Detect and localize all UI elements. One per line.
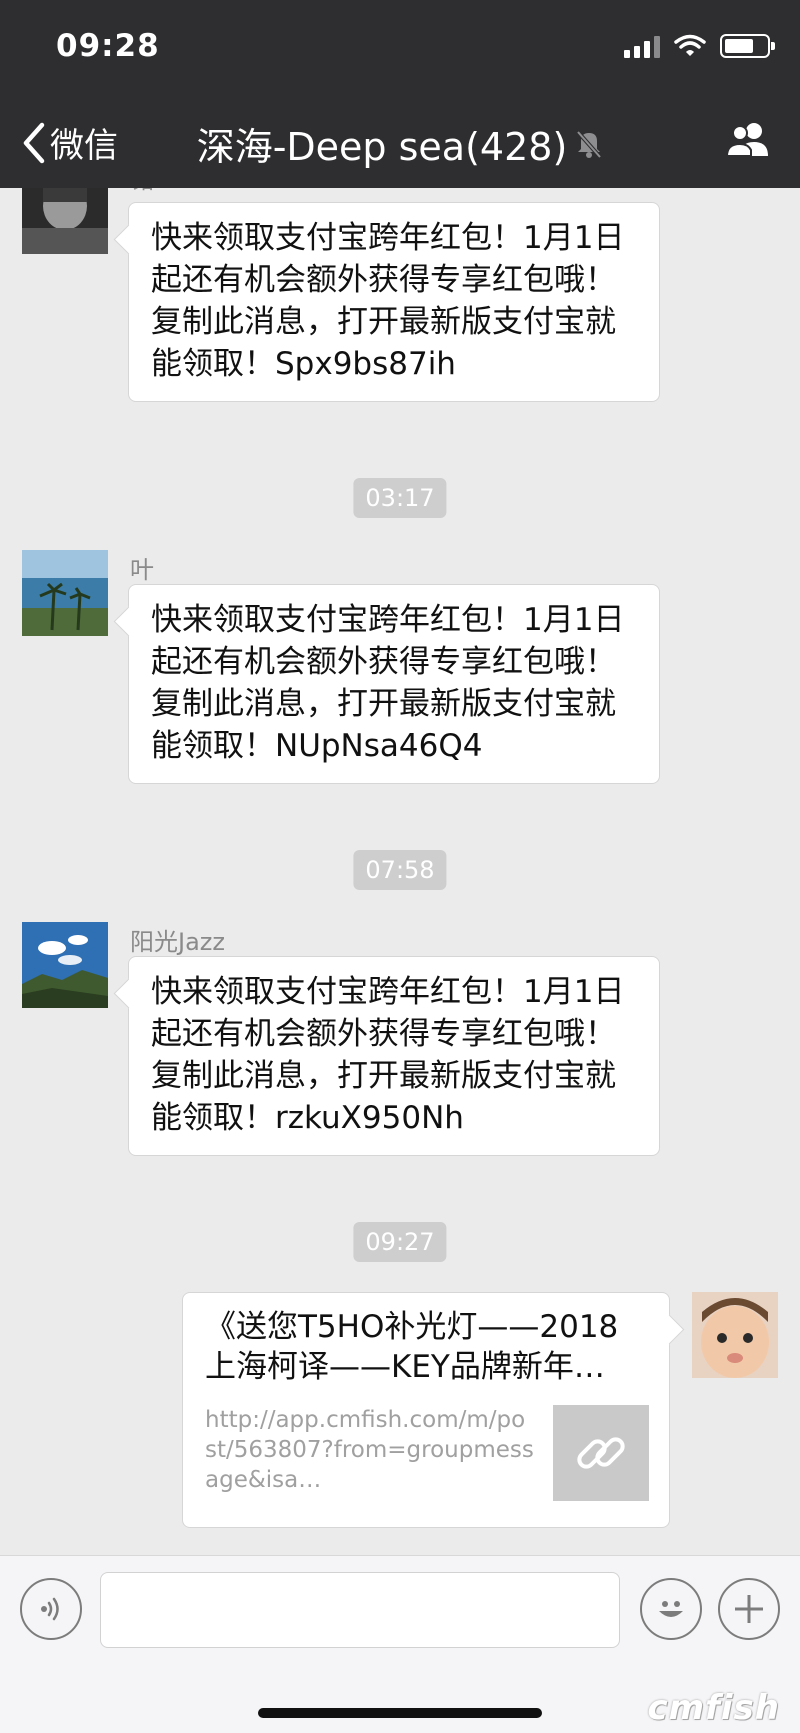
message-input[interactable] [100,1572,620,1648]
chat-title-group: 深海-Deep sea(428) [0,116,800,171]
home-indicator[interactable] [258,1708,542,1718]
avatar[interactable] [22,188,108,254]
sender-name: 阳光Jazz [130,928,225,956]
link-icon [577,1437,625,1469]
avatar[interactable] [692,1292,778,1378]
navigation-header: 09:28 微信 深海-Deep sea(428) [0,0,800,188]
avatar[interactable] [22,922,108,1008]
wifi-icon [674,34,706,56]
message-bubble[interactable]: 快来领取支付宝跨年红包！1月1日起还有机会额外获得专享红包哦！复制此消息，打开最… [128,956,660,1156]
link-url: http://app.cmfish.com/m/post/563807?from… [205,1407,534,1493]
input-bar: cmfish [0,1555,800,1733]
voice-icon [41,1597,59,1621]
message-timestamp: 07:58 [353,850,447,890]
link-card[interactable]: 《送您T5HO补光灯——2018上海柯译——KEY品牌新年… http://ap… [182,1292,670,1528]
message-timestamp: 09:27 [353,1222,447,1262]
chat-messages[interactable]: 铭 快来领取支付宝跨年红包！1月1日起还有机会额外获得专享红包哦！复制此消息，打… [0,188,800,1555]
status-icons [624,34,775,58]
plus-icon [735,1595,763,1623]
watermark: cmfish [647,1688,780,1728]
message-bubble[interactable]: 快来领取支付宝跨年红包！1月1日起还有机会额外获得专享红包哦！复制此消息，打开最… [128,202,660,402]
avatar[interactable] [22,550,108,636]
group-info-button[interactable] [724,120,774,164]
chat-title: 深海-Deep sea(428) [196,125,568,169]
emoji-icon [659,1601,683,1617]
battery-icon [720,34,775,58]
mute-bell-icon [576,130,602,158]
link-thumbnail [553,1405,649,1501]
sender-name: 铭 [130,188,154,195]
emoji-button[interactable] [640,1578,702,1640]
link-title: 《送您T5HO补光灯——2018上海柯译——KEY品牌新年… [205,1309,619,1385]
sender-name: 叶 [130,556,154,584]
voice-button[interactable] [20,1578,82,1640]
signal-icon [624,34,660,58]
message-bubble[interactable]: 快来领取支付宝跨年红包！1月1日起还有机会额外获得专享红包哦！复制此消息，打开最… [128,584,660,784]
group-members-icon [725,123,768,157]
more-button[interactable] [718,1578,780,1640]
message-timestamp: 03:17 [353,478,447,518]
status-time: 09:28 [56,28,160,64]
